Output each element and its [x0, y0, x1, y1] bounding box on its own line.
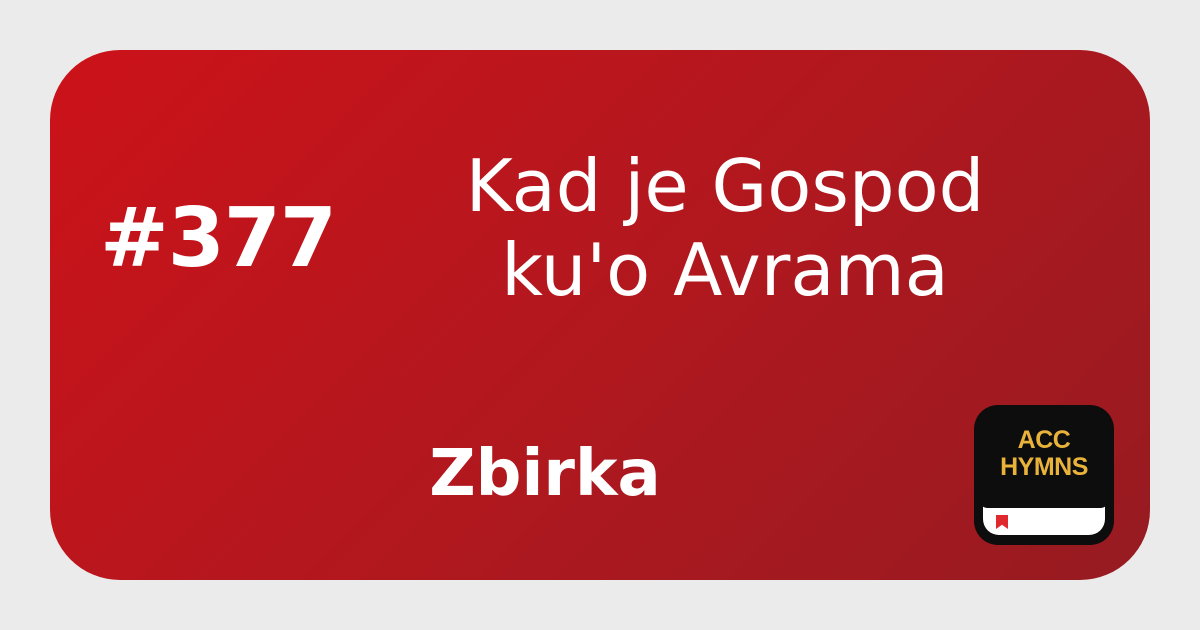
logo-text: ACC HYMNS — [974, 427, 1114, 480]
acc-hymns-logo: ACC HYMNS — [974, 405, 1114, 545]
hymn-title: Kad je Gospod ku 'o Avrama — [400, 145, 1050, 312]
page-frame: #377 Kad je Gospod ku 'o Avrama Zbirka A… — [0, 0, 1200, 630]
hymn-title-line-1: Kad je Gospod — [400, 145, 1050, 229]
hymn-number: #377 — [100, 198, 340, 280]
book-cover-icon — [978, 498, 1110, 508]
logo-text-line-1: ACC — [974, 427, 1114, 454]
collection-name: Zbirka — [370, 442, 720, 506]
hymn-card: #377 Kad je Gospod ku 'o Avrama Zbirka A… — [50, 50, 1150, 580]
hymn-title-line-2: ku 'o Avrama — [400, 229, 1050, 313]
logo-text-line-2: HYMNS — [974, 454, 1114, 481]
